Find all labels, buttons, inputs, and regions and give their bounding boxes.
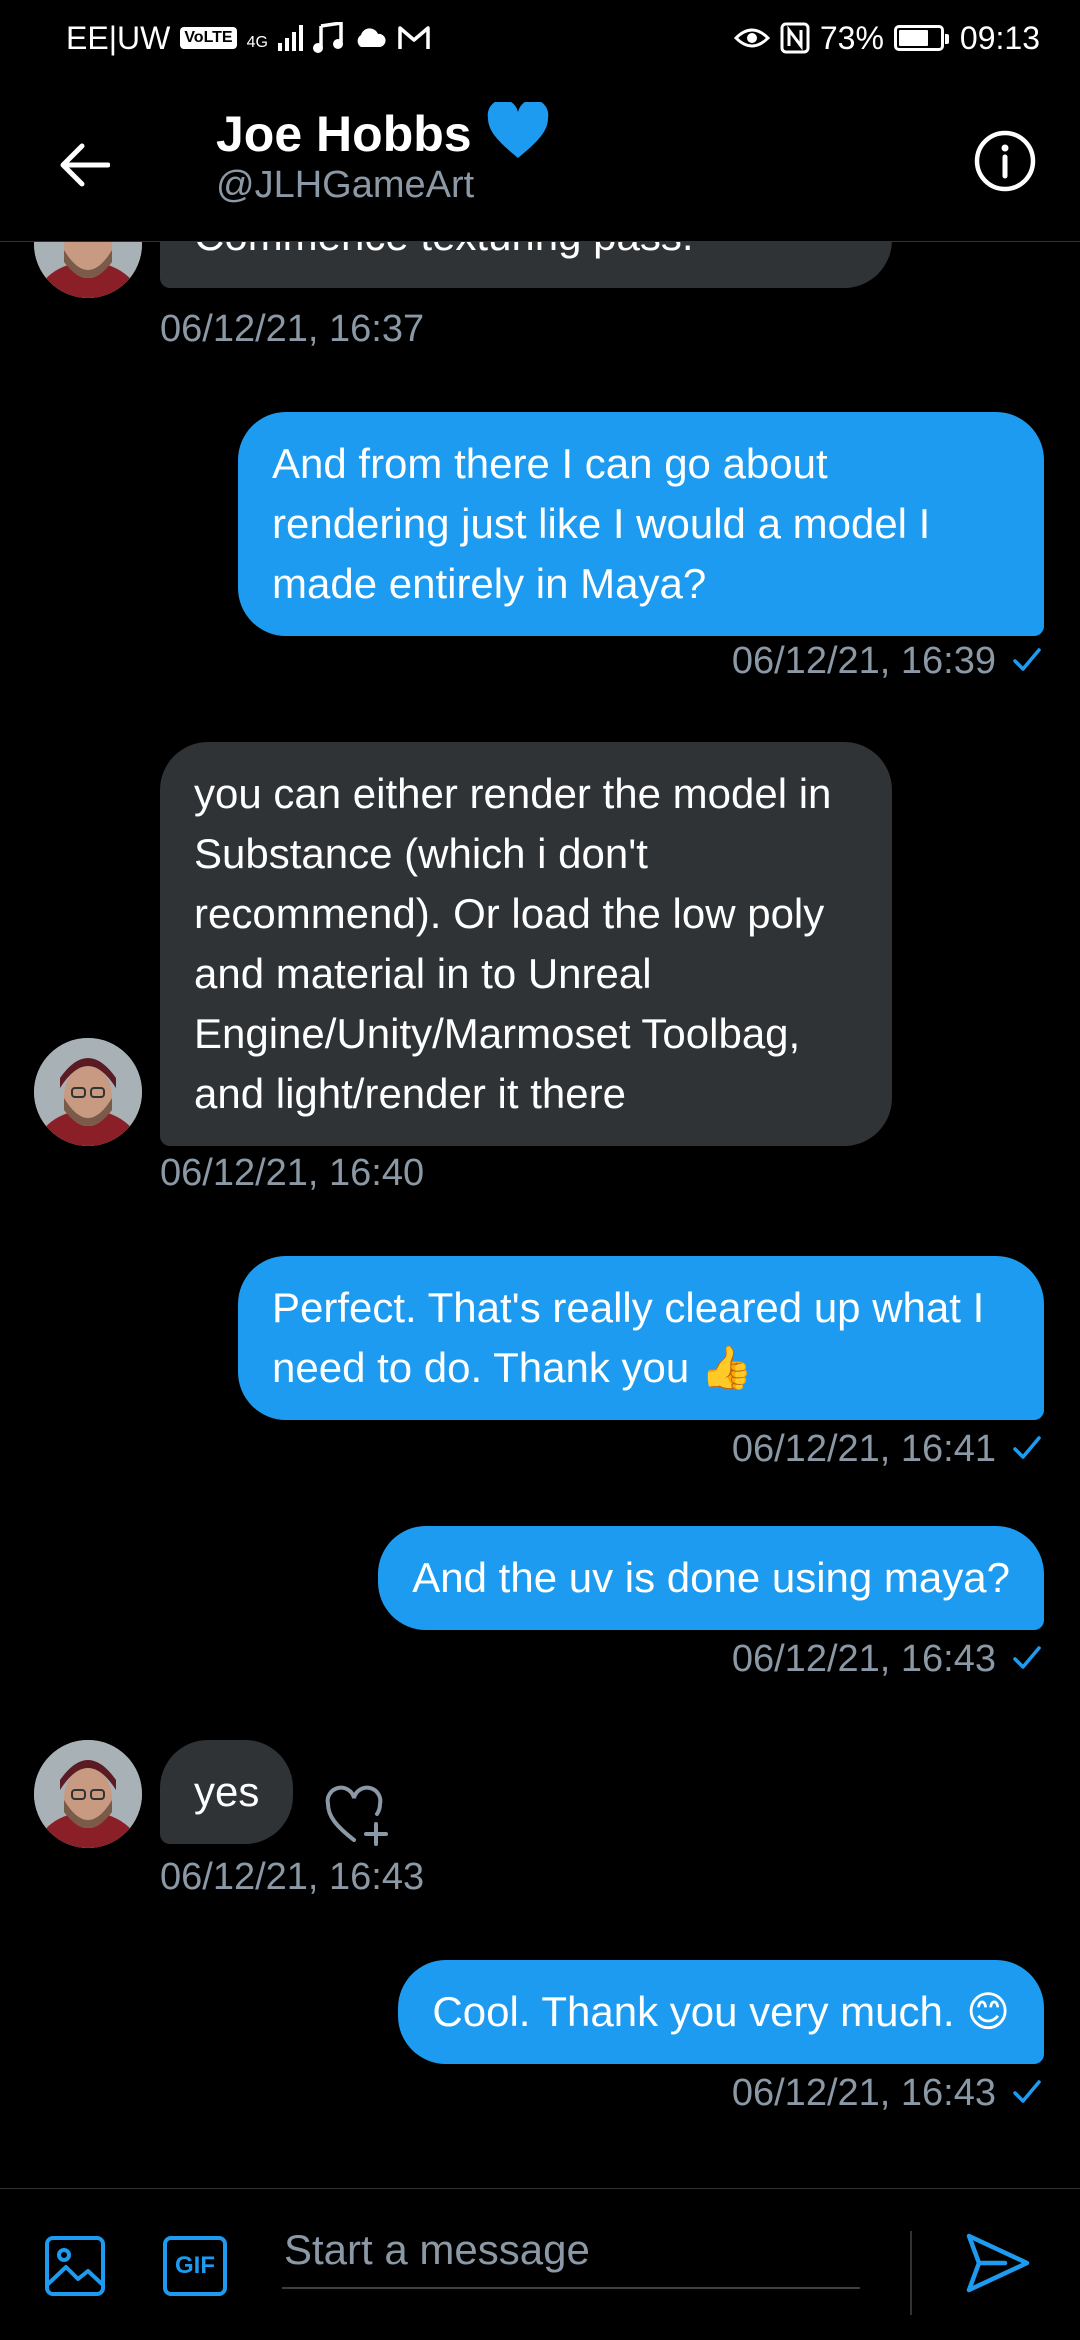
info-icon [974,130,1036,192]
message-timestamp: 06/12/21, 16:41 [731,1428,996,1470]
send-icon [966,2233,1030,2293]
message-timestamp: 06/12/21, 16:43 [731,2072,996,2114]
message-text: Perfect. That's really cleared up what I… [272,1284,985,1391]
message-text: Cool. Thank you very much. 😊 [432,1988,1010,2035]
message-bubble[interactable]: you can either render the model in Subst… [160,742,892,1146]
status-right: 73% 09:13 [733,19,1040,57]
message-input[interactable]: Start a message [282,2213,860,2289]
volte-badge: VoLTE [180,27,237,49]
message-bubble[interactable]: yes [160,1740,294,1844]
message-list[interactable]: Commence texturing pass. 06/12/21, 16:37… [0,242,1080,2188]
message-timestamp-row: 06/12/21, 16:43 [732,1638,1042,1681]
react-button[interactable] [324,1782,394,1853]
message-text: And the uv is done using maya? [412,1554,1010,1601]
message-bubble[interactable]: Perfect. That's really cleared up what I… [238,1256,1044,1420]
message-timestamp-row: 06/12/21, 16:41 [732,1428,1042,1471]
info-button[interactable] [970,126,1040,196]
avatar[interactable] [34,1038,142,1146]
gif-label: GIF [175,2252,215,2279]
message-timestamp: 06/12/21, 16:43 [160,1856,425,1898]
message-timestamp-row: 06/12/21, 16:39 [732,640,1042,683]
message-bubble[interactable]: Cool. Thank you very much. 😊 [398,1960,1044,2064]
network-type-label: 4G [246,33,268,51]
message-text: Commence texturing pass. [194,242,694,259]
gif-button[interactable]: GIF [160,2233,230,2299]
message-text: And from there I can go about rendering … [272,440,931,607]
gif-icon: GIF [163,2236,227,2296]
conversation-header: Joe Hobbs @JLHGameArt [0,76,1080,242]
message-bubble[interactable]: Commence texturing pass. [160,242,892,288]
battery-percent: 73% [819,19,884,56]
signal-icon [277,25,303,51]
message-input-placeholder: Start a message [284,2226,590,2273]
gmail-icon [397,25,431,51]
message-timestamp: 06/12/21, 16:43 [731,1638,996,1680]
carrier-label: EE|UW [66,19,171,56]
send-button[interactable] [960,2225,1036,2301]
arrow-left-icon [60,143,110,187]
message-timestamp: 06/12/21, 16:37 [160,308,425,350]
composer-divider [910,2231,912,2315]
heart-add-icon [325,1785,388,1846]
back-button[interactable] [50,131,118,199]
contact-name: Joe Hobbs [216,105,472,162]
nfc-icon [780,22,810,54]
clock: 09:13 [959,19,1040,56]
blue-heart-icon [486,99,550,165]
header-title[interactable]: Joe Hobbs [216,99,550,165]
message-timestamp: 06/12/21, 16:39 [731,640,996,682]
cloud-icon [353,27,387,49]
image-icon [45,2236,105,2296]
message-composer: GIF Start a message [0,2188,1080,2340]
checkmark-icon [1012,1428,1042,1471]
checkmark-icon [1012,1638,1042,1681]
message-timestamp: 06/12/21, 16:40 [160,1152,425,1194]
checkmark-icon [1012,2072,1042,2115]
avatar[interactable] [34,1740,142,1848]
status-left: EE|UW VoLTE 4G [66,20,431,57]
avatar[interactable] [34,242,142,298]
add-image-button[interactable] [40,2231,110,2301]
contact-handle: @JLHGameArt [216,164,475,206]
message-bubble[interactable]: And the uv is done using maya? [378,1526,1044,1630]
message-bubble[interactable]: And from there I can go about rendering … [238,412,1044,636]
message-text: you can either render the model in Subst… [194,770,832,1117]
eye-icon [733,26,770,50]
status-bar: EE|UW VoLTE 4G 73% 09:13 [0,0,1080,76]
checkmark-icon [1012,640,1042,683]
music-note-icon [312,22,343,54]
message-text: yes [194,1768,260,1815]
battery-icon [893,25,949,51]
message-timestamp-row: 06/12/21, 16:43 [732,2072,1042,2115]
